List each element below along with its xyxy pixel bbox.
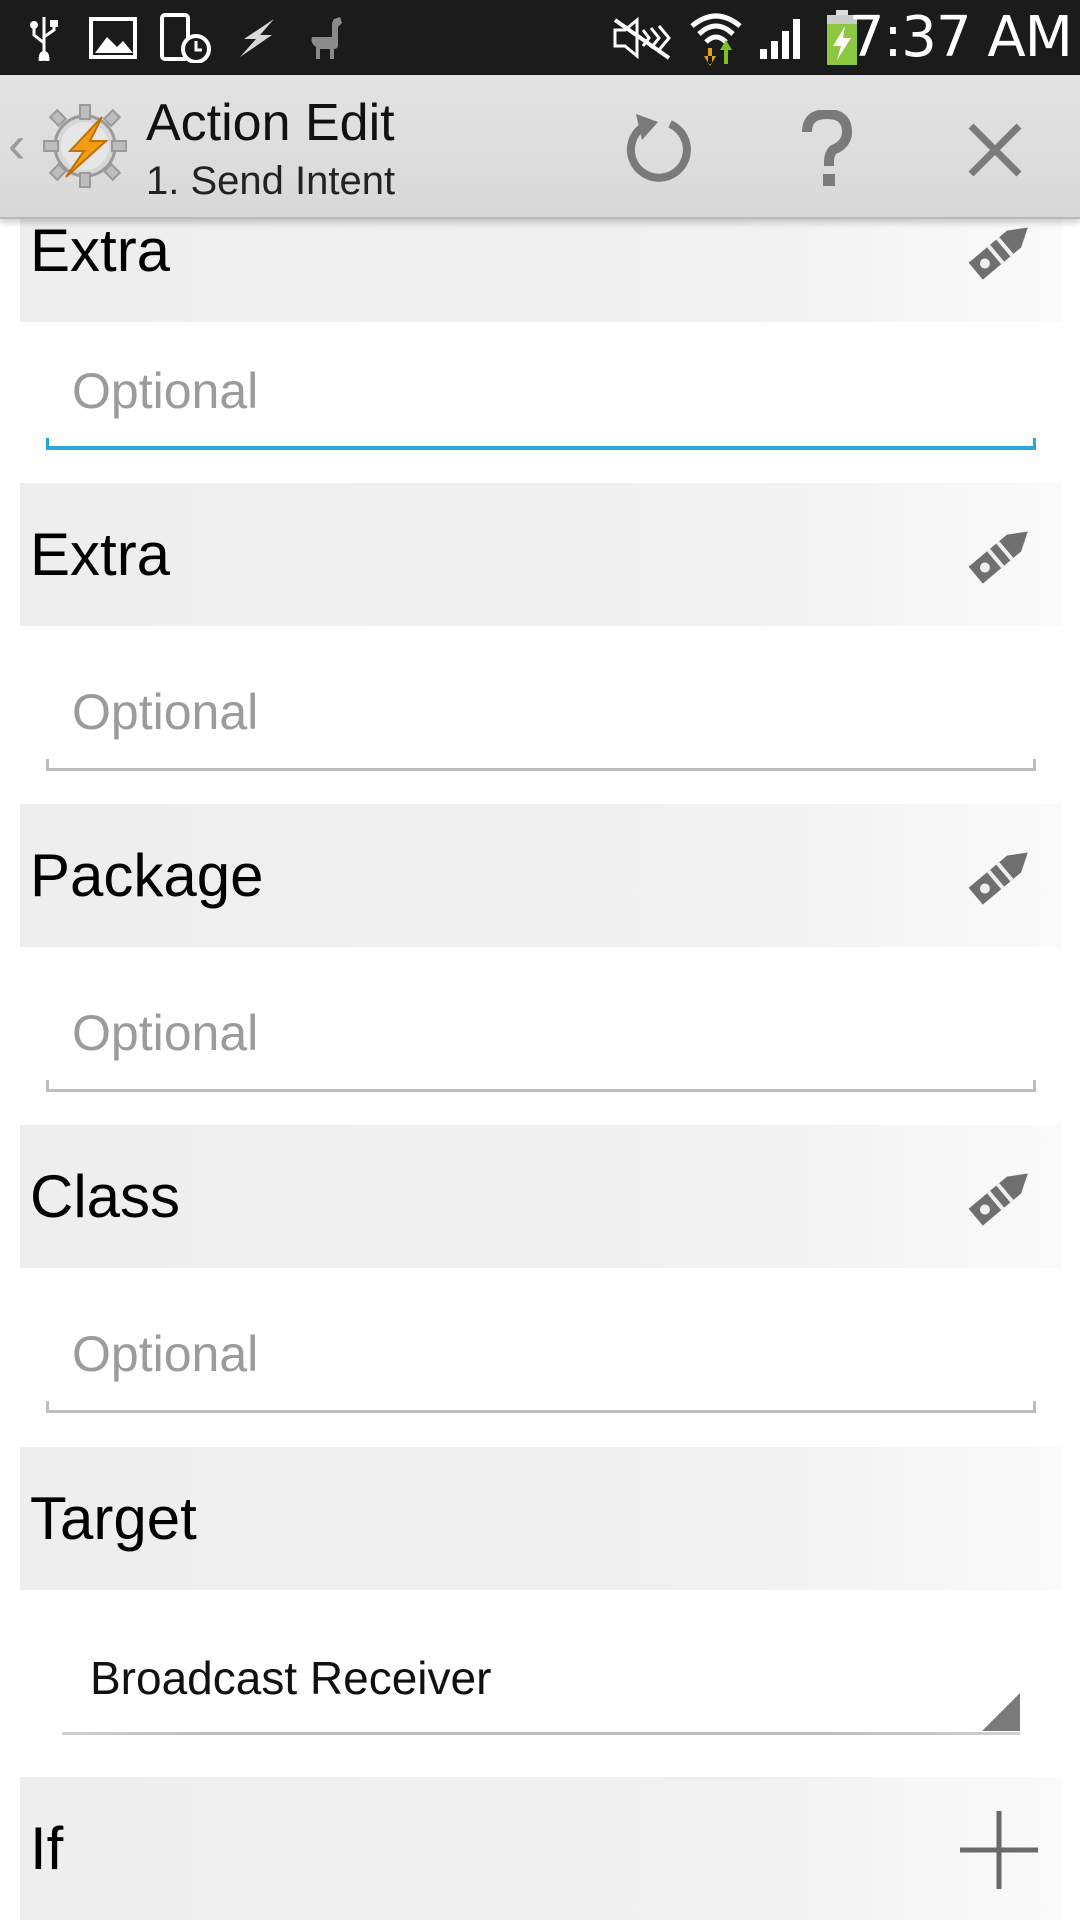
field-underline	[46, 759, 1036, 771]
extra-1-field[interactable]: Optional	[46, 340, 1036, 450]
section-label: Package	[30, 842, 264, 909]
mute-icon	[610, 10, 674, 66]
field-underline	[46, 438, 1036, 450]
add-icon[interactable]	[958, 1809, 1040, 1891]
package-placeholder: Optional	[72, 1005, 259, 1061]
action-bar: ‹ Action Edit 1. Send Intent	[0, 75, 1080, 219]
section-extra-2: Extra	[20, 483, 1062, 626]
status-bar: 7:37 AM	[0, 0, 1080, 75]
target-spinner[interactable]: Broadcast Receiver	[62, 1635, 1020, 1735]
section-if: If	[20, 1777, 1062, 1920]
section-label: If	[30, 1815, 64, 1882]
edit-tag-icon[interactable]	[960, 217, 1042, 291]
wifi-icon	[688, 10, 744, 66]
section-package: Package	[20, 804, 1062, 947]
page-title: Action Edit	[146, 94, 395, 152]
section-class: Class	[20, 1125, 1062, 1268]
package-field[interactable]: Optional	[46, 982, 1036, 1092]
section-label: Target	[30, 1485, 197, 1552]
target-spinner-value: Broadcast Receiver	[90, 1652, 492, 1704]
tasker-logo-icon[interactable]	[40, 101, 130, 191]
back-chevron-icon[interactable]: ‹	[8, 115, 25, 175]
section-label: Extra	[30, 217, 171, 284]
edit-tag-icon[interactable]	[960, 834, 1042, 916]
usb-icon	[22, 10, 66, 66]
extra-1-placeholder: Optional	[72, 363, 259, 419]
dropdown-corner-icon	[982, 1693, 1020, 1731]
extra-2-field[interactable]: Optional	[46, 661, 1036, 771]
field-underline	[46, 1401, 1036, 1413]
extra-2-placeholder: Optional	[72, 684, 259, 740]
llama-icon	[302, 10, 352, 66]
close-icon[interactable]	[940, 95, 1050, 205]
status-time: 7:37 AM	[848, 5, 1073, 70]
section-label: Class	[30, 1163, 181, 1230]
tablet-clock-icon	[158, 10, 214, 66]
edit-tag-icon[interactable]	[960, 513, 1042, 595]
section-label: Extra	[30, 521, 171, 588]
help-icon[interactable]	[772, 95, 882, 205]
bolt-icon	[232, 10, 282, 66]
section-target: Target	[20, 1447, 1062, 1590]
edit-tag-icon[interactable]	[960, 1155, 1042, 1237]
reset-icon[interactable]	[604, 95, 714, 205]
spinner-underline	[62, 1732, 1020, 1735]
page-subtitle: 1. Send Intent	[146, 159, 396, 203]
action-edit-form: Extra Optional Extra Optional Package Op…	[0, 217, 1080, 1920]
image-icon	[88, 10, 138, 66]
field-underline	[46, 1080, 1036, 1092]
signal-icon	[758, 10, 808, 66]
section-extra-1: Extra	[20, 217, 1062, 322]
class-field[interactable]: Optional	[46, 1303, 1036, 1413]
class-placeholder: Optional	[72, 1326, 259, 1382]
